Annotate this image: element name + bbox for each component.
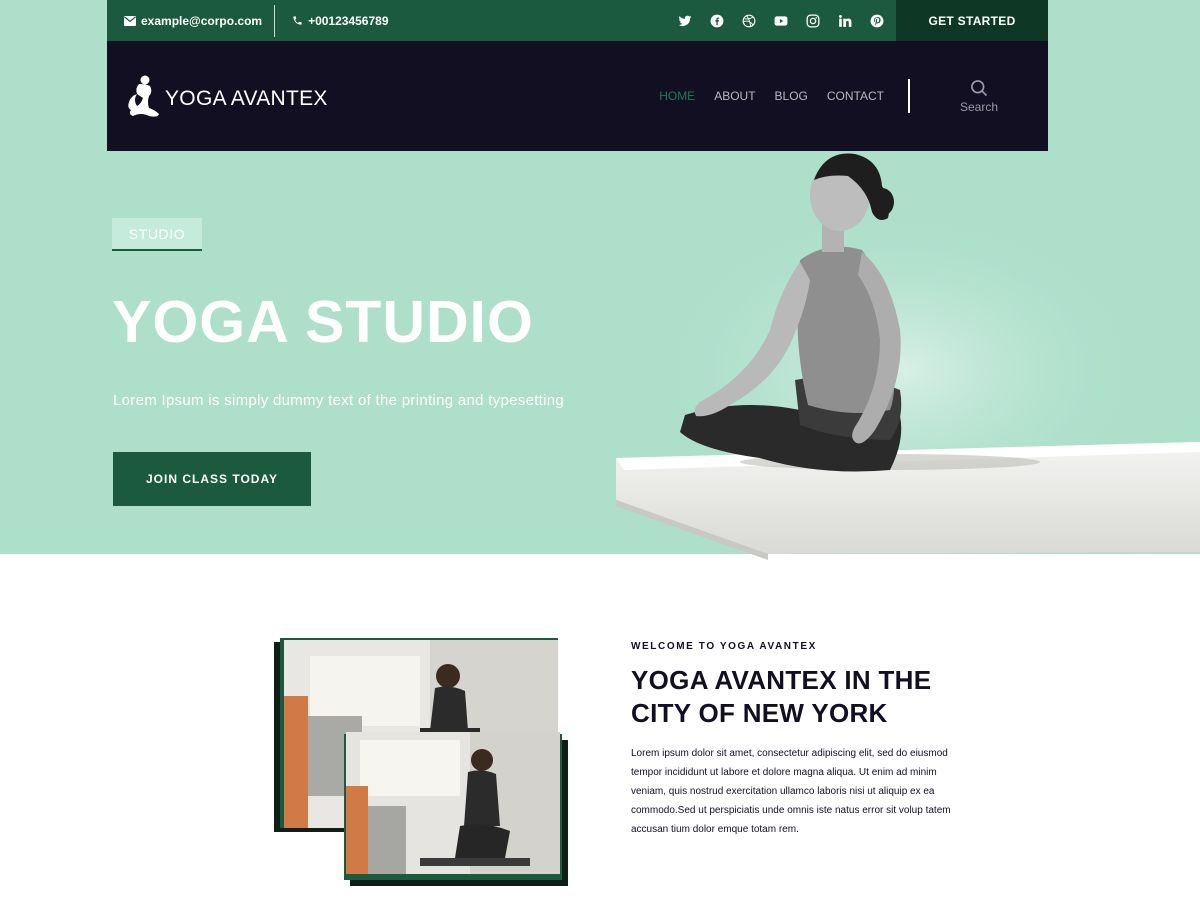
search-button[interactable]: Search (910, 78, 1048, 114)
brand-name: YOGA AVANTEX (165, 87, 328, 110)
email-text: example@corpo.com (141, 13, 263, 28)
search-icon (971, 80, 988, 97)
nav-item-contact[interactable]: CONTACT (827, 89, 884, 103)
contact-divider (274, 4, 276, 37)
join-class-button[interactable]: JOIN CLASS TODAY (113, 452, 311, 506)
main-nav: YOGA AVANTEX HOME ABOUT BLOG CONTACT Sea… (107, 41, 1048, 151)
get-started-button[interactable]: GET STARTED (896, 0, 1048, 41)
instagram-icon[interactable] (804, 12, 822, 30)
linkedin-icon[interactable] (836, 12, 854, 30)
about-body: Lorem ipsum dolor sit amet, consectetur … (631, 748, 951, 835)
site-logo[interactable]: YOGA AVANTEX (125, 74, 328, 118)
twitter-icon[interactable] (676, 12, 694, 30)
about-gallery (270, 636, 570, 886)
hero-subtitle: Lorem Ipsum is simply dummy text of the … (113, 392, 565, 409)
nav-item-about[interactable]: ABOUT (714, 89, 755, 103)
dribbble-icon[interactable] (740, 12, 758, 30)
hero-yoga-image (616, 153, 1200, 560)
about-eyebrow: WELCOME TO YOGA AVANTEX (631, 641, 817, 652)
yoga-photos (274, 638, 568, 886)
about-title: YOGA AVANTEX IN THE CITY OF NEW YORK (631, 665, 932, 728)
phone-contact[interactable]: +00123456789 (275, 0, 400, 41)
contact-info: example@corpo.com +00123456789 (107, 0, 401, 41)
hero-badge: STUDIO (112, 218, 202, 251)
nav-menu: HOME ABOUT BLOG CONTACT (659, 89, 884, 103)
email-contact[interactable]: example@corpo.com (107, 0, 274, 41)
social-links (676, 12, 896, 30)
mail-icon (124, 15, 136, 26)
hero-title: YOGA STUDIO (112, 289, 534, 355)
youtube-icon[interactable] (772, 12, 790, 30)
pinterest-icon[interactable] (868, 12, 886, 30)
nav-item-blog[interactable]: BLOG (775, 89, 808, 103)
top-bar: example@corpo.com +00123456789 GET START… (107, 0, 1048, 41)
about-section: WELCOME TO YOGA AVANTEX YOGA AVANTEX IN … (631, 641, 961, 839)
phone-icon (293, 16, 302, 25)
yoga-logo-icon (128, 75, 159, 117)
phone-text: +00123456789 (308, 13, 389, 28)
nav-item-home[interactable]: HOME (659, 89, 695, 103)
search-label: Search (959, 100, 999, 114)
facebook-icon[interactable] (708, 12, 726, 30)
